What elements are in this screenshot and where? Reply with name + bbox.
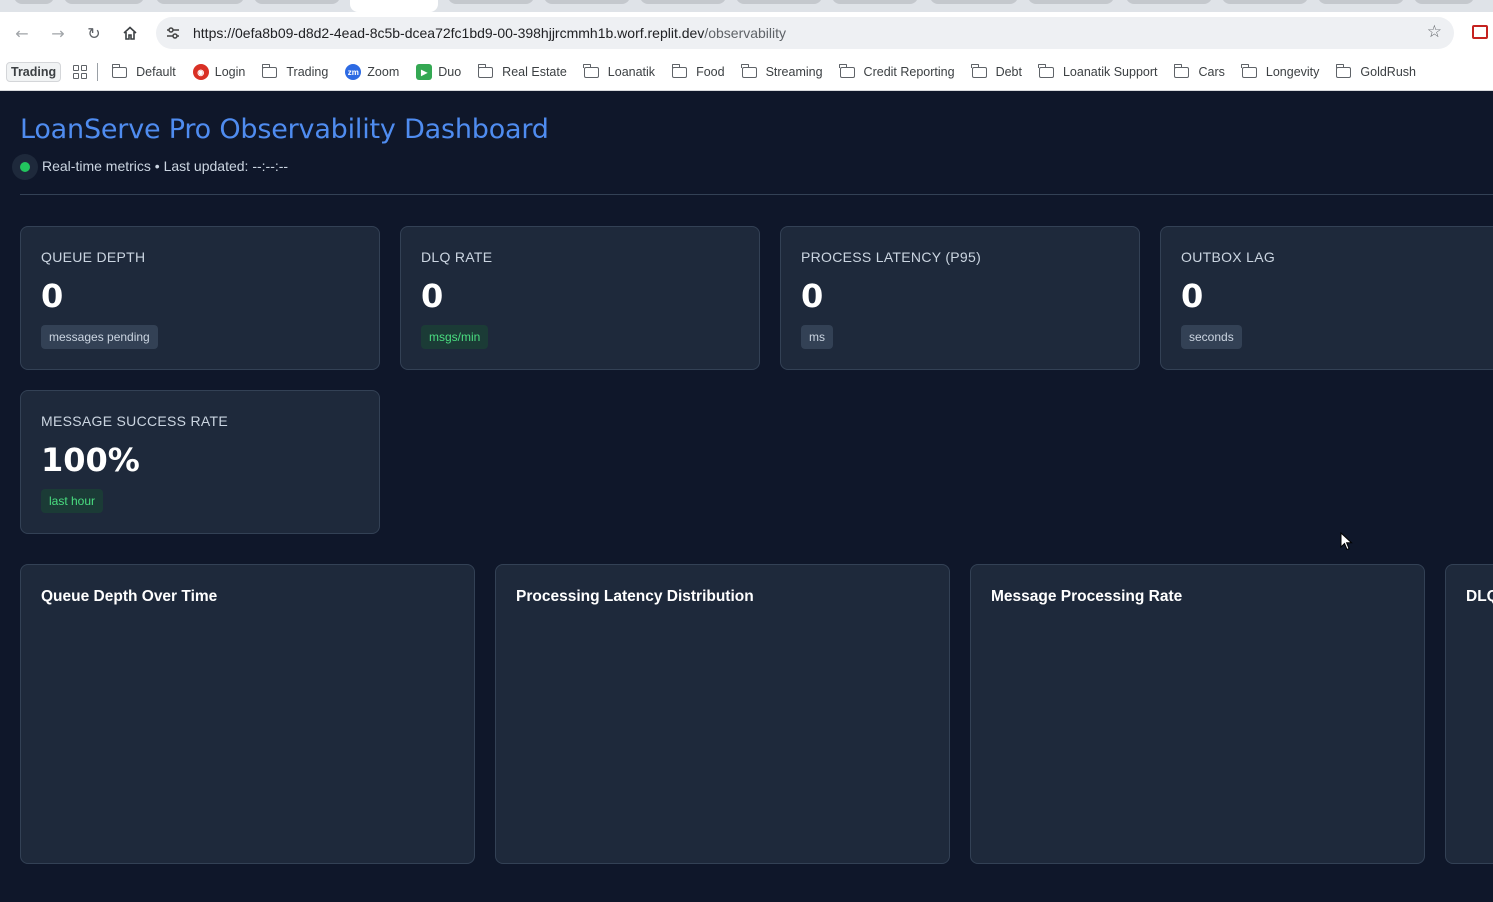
bookmark-duo[interactable]: ▶ Duo [416, 64, 461, 80]
metric-unit-badge: msgs/min [421, 325, 489, 349]
browser-tab[interactable] [1318, 0, 1404, 4]
url-host: https://0efa8b09-d8d2-4ead-8c5b-dcea72fc… [193, 25, 705, 41]
bookmark-food[interactable]: Food [671, 63, 725, 79]
home-icon[interactable] [117, 20, 143, 46]
bookmark-loanatik-support[interactable]: Loanatik Support [1038, 63, 1157, 79]
metric-label: PROCESS LATENCY (P95) [801, 249, 982, 265]
browser-tab[interactable] [448, 0, 534, 4]
browser-tab[interactable] [64, 0, 144, 4]
metric-label: MESSAGE SUCCESS RATE [41, 413, 229, 429]
extension-icon[interactable] [1472, 25, 1488, 39]
bookmark-debt[interactable]: Debt [971, 63, 1022, 79]
bookmark-cars[interactable]: Cars [1173, 63, 1225, 79]
bookmark-loanatik[interactable]: Loanatik [583, 63, 655, 79]
bookmark-goldrush[interactable]: GoldRush [1335, 63, 1416, 79]
folder-icon [477, 63, 494, 78]
browser-tab[interactable] [254, 0, 340, 4]
dashboard-page: LoanServe Pro Observability Dashboard Re… [0, 91, 1493, 902]
metric-card-success-rate: MESSAGE SUCCESS RATE 100% last hour [20, 390, 380, 534]
metric-value: 0 [41, 277, 64, 315]
folder-icon [1173, 63, 1190, 78]
duo-favicon: ▶ [416, 64, 433, 80]
apps-grid-icon[interactable] [73, 65, 88, 79]
metric-card-outbox-lag: OUTBOX LAG 0 seconds [1160, 226, 1493, 370]
chart-panel-latency-distribution: Processing Latency Distribution [495, 564, 950, 864]
folder-icon [741, 63, 757, 78]
metric-label: QUEUE DEPTH [41, 249, 146, 265]
back-arrow-icon[interactable]: ← [9, 20, 35, 46]
metric-card-dlq-rate: DLQ RATE 0 msgs/min [400, 226, 760, 370]
chart-panel-queue-depth: Queue Depth Over Time [20, 564, 475, 864]
metric-value: 100% [41, 441, 140, 479]
bookmark-trading[interactable]: Trading [261, 63, 328, 79]
url-text[interactable]: https://0efa8b09-d8d2-4ead-8c5b-dcea72fc… [193, 25, 786, 41]
bookmark-streaming[interactable]: Streaming [741, 63, 823, 79]
header-divider [20, 194, 1493, 195]
live-status-indicator [12, 154, 38, 180]
browser-tab[interactable] [1028, 0, 1114, 4]
metric-label: OUTBOX LAG [1181, 249, 1276, 265]
metric-value: 0 [421, 277, 444, 315]
browser-tab[interactable] [832, 0, 918, 4]
browser-tab-active[interactable] [350, 0, 438, 12]
browser-tab[interactable] [1414, 0, 1474, 4]
browser-tab[interactable] [736, 0, 822, 4]
chart-panel-processing-rate: Message Processing Rate [970, 564, 1425, 864]
chart-title: Message Processing Rate [991, 588, 1183, 605]
folder-icon [111, 63, 128, 78]
browser-tab[interactable] [14, 0, 54, 4]
metric-unit-badge: seconds [1181, 325, 1242, 349]
metric-card-process-latency: PROCESS LATENCY (P95) 0 ms [780, 226, 1140, 370]
chart-title: Processing Latency Distribution [516, 588, 754, 605]
bookmarks-divider [97, 63, 99, 81]
bookmark-login[interactable]: ◉ Login [192, 64, 245, 80]
metric-card-queue-depth: QUEUE DEPTH 0 messages pending [20, 226, 380, 370]
bookmark-longevity[interactable]: Longevity [1241, 63, 1319, 79]
browser-tab[interactable] [156, 0, 244, 4]
folder-icon [261, 63, 278, 78]
metric-unit-badge: ms [801, 325, 833, 349]
bookmark-star-icon[interactable]: ☆ [1427, 22, 1442, 42]
chart-title: Queue Depth Over Time [41, 588, 218, 605]
browser-tab[interactable] [544, 0, 630, 4]
site-info-icon[interactable] [162, 22, 184, 44]
chart-panel-dlq: DLQ [1445, 564, 1493, 864]
page-title: LoanServe Pro Observability Dashboard [20, 114, 549, 145]
bookmark-zoom[interactable]: zm Zoom [345, 64, 399, 80]
mouse-cursor-icon [1340, 532, 1353, 551]
folder-icon [1241, 63, 1257, 78]
browser-tab[interactable] [640, 0, 726, 4]
bookmark-credit-reporting[interactable]: Credit Reporting [839, 63, 955, 79]
bookmark-real-estate[interactable]: Real Estate [477, 63, 567, 79]
metric-value: 0 [801, 277, 824, 315]
bookmarks-bar: Trading Default ◉ Login Trading zm Zoom ▶ D… [0, 54, 1493, 91]
folder-icon [839, 63, 855, 78]
browser-tab[interactable] [1222, 0, 1308, 4]
folder-icon [1335, 63, 1352, 78]
browser-tab[interactable] [930, 0, 1018, 4]
reload-icon[interactable]: ↻ [81, 20, 107, 46]
tab-strip [0, 0, 1493, 12]
url-path: /observability [704, 25, 787, 41]
metric-label: DLQ RATE [421, 249, 493, 265]
browser-tab[interactable] [1126, 0, 1212, 4]
forward-arrow-icon[interactable]: → [45, 20, 71, 46]
status-text: Real-time metrics • Last updated: --:--:… [42, 158, 289, 174]
metric-value: 0 [1181, 277, 1204, 315]
folder-icon [671, 63, 688, 78]
chart-title: DLQ [1466, 588, 1493, 605]
zoom-favicon: zm [345, 64, 362, 80]
folder-icon [583, 63, 599, 78]
metric-unit-badge: messages pending [41, 325, 158, 349]
bookmark-default[interactable]: Default [111, 63, 176, 79]
address-bar[interactable]: https://0efa8b09-d8d2-4ead-8c5b-dcea72fc… [156, 17, 1454, 49]
browser-toolbar: ← → ↻ https://0efa8b09-d8d2-4ead-8c5b-dc… [0, 12, 1493, 54]
login-favicon: ◉ [192, 64, 209, 80]
bookmark-trading-pill[interactable]: Trading [6, 62, 62, 82]
folder-icon [971, 63, 987, 78]
metric-unit-badge: last hour [41, 489, 104, 513]
folder-icon [1038, 63, 1054, 78]
